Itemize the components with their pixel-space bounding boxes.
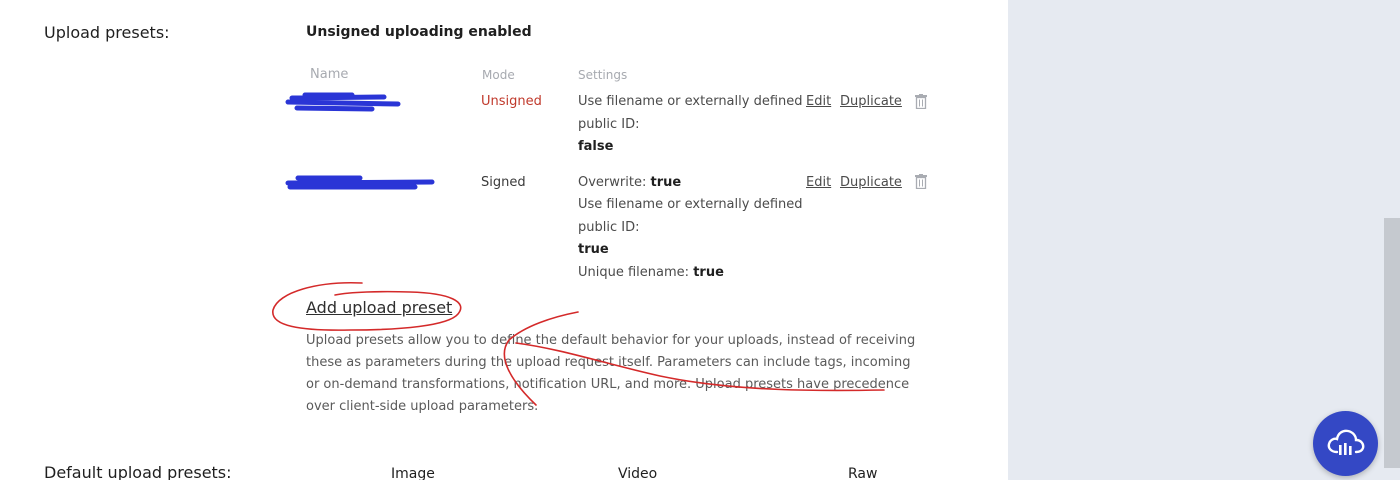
page: Upload presets: Unsigned uploading enabl… (0, 0, 1400, 480)
side-panel (1008, 0, 1400, 480)
trash-icon[interactable] (915, 174, 927, 193)
preset-setting-line: Use filename or externally defined (578, 197, 803, 212)
duplicate-link[interactable]: Duplicate (840, 94, 902, 109)
column-header-settings: Settings (578, 68, 628, 82)
upload-presets-description: Upload presets allow you to define the d… (306, 333, 916, 414)
scrollbar-thumb[interactable] (1384, 218, 1400, 468)
preset-mode: Unsigned (481, 94, 542, 109)
edit-link[interactable]: Edit (806, 175, 831, 190)
preset-setting-line: Overwrite: true (578, 175, 682, 190)
add-upload-preset-link[interactable]: Add upload preset (306, 298, 452, 317)
preset-setting-line: Use filename or externally defined (578, 94, 803, 109)
preset-setting-line: Unique filename: true (578, 265, 724, 280)
main-panel: Upload presets: Unsigned uploading enabl… (0, 0, 1008, 480)
trash-icon[interactable] (915, 94, 927, 113)
default-preset-column-video: Video (618, 466, 658, 480)
edit-link[interactable]: Edit (806, 94, 831, 109)
duplicate-link[interactable]: Duplicate (840, 175, 902, 190)
column-header-name: Name (310, 67, 349, 82)
assistant-chat-button[interactable] (1313, 411, 1378, 476)
column-header-mode: Mode (482, 68, 515, 82)
upload-presets-title: Upload presets: (44, 23, 170, 42)
preset-setting-line: public ID: (578, 220, 640, 235)
preset-setting-value: false (578, 139, 614, 154)
default-preset-column-raw: Raw (848, 466, 878, 480)
cloud-chat-icon (1327, 429, 1365, 455)
default-upload-presets-title: Default upload presets: (44, 463, 232, 480)
preset-setting-value: true (578, 242, 609, 257)
preset-setting-line: public ID: (578, 117, 640, 132)
preset-mode: Signed (481, 175, 526, 190)
unsigned-status: Unsigned uploading enabled (306, 24, 532, 40)
default-preset-column-image: Image (391, 466, 435, 480)
